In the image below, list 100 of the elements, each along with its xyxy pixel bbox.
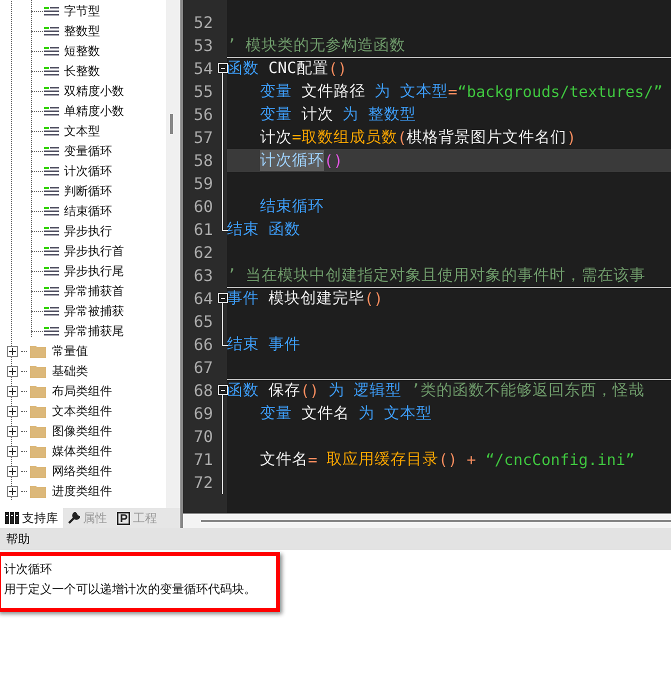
help-topic: 计次循环 xyxy=(4,561,53,578)
tree-item[interactable]: 长整数 xyxy=(0,61,166,81)
tree-item[interactable]: 异常被捕获 xyxy=(0,301,166,321)
tree-folder[interactable]: 媒体类组件 xyxy=(0,441,166,461)
code-token: CNC配置 xyxy=(267,58,328,79)
list-icon xyxy=(44,26,59,36)
folder-icon xyxy=(30,364,46,378)
line-number: 60 xyxy=(192,196,214,218)
tree-item[interactable]: 判断循环 xyxy=(0,181,166,201)
code-token: () xyxy=(328,60,347,78)
code-token: () xyxy=(300,382,320,400)
line-number: 54 xyxy=(192,58,214,80)
code-token: 为 文本型 xyxy=(358,403,432,424)
tree-item[interactable]: 异常捕获首 xyxy=(0,281,166,301)
code-editor[interactable] xyxy=(181,0,671,528)
line-number: 65 xyxy=(192,311,214,333)
tree-folder[interactable]: 基础类 xyxy=(0,361,166,381)
wrench-icon xyxy=(68,512,80,524)
tree-item[interactable]: 文本型 xyxy=(0,121,166,141)
code-token: 函数 xyxy=(227,380,259,401)
folder-icon xyxy=(30,424,46,438)
code-token: 取应用缓存目录 xyxy=(326,449,439,470)
code-token: 文件名 xyxy=(300,403,350,424)
list-icon xyxy=(44,306,59,316)
code-token: = xyxy=(308,450,318,468)
code-token: =取数组成员数 xyxy=(292,127,398,148)
code-token: 结束循环 xyxy=(260,196,324,217)
code-token: 为 文本型 xyxy=(374,81,448,102)
tree-item[interactable]: 异步执行首 xyxy=(0,241,166,261)
code-token: 模块创建完毕 xyxy=(267,288,364,309)
expand-icon[interactable] xyxy=(7,346,18,356)
tree-item[interactable]: 短整数 xyxy=(0,41,166,61)
list-icon xyxy=(44,266,59,276)
list-icon xyxy=(44,286,59,296)
line-number: 61 xyxy=(192,219,214,241)
line-number: 70 xyxy=(192,426,214,448)
code-token: 函数 xyxy=(227,58,259,79)
tree-folder[interactable]: 网络类组件 xyxy=(0,461,166,481)
line-number: 58 xyxy=(192,150,214,172)
collapse-icon[interactable] xyxy=(218,385,228,395)
tree-item[interactable]: 字节型 xyxy=(0,1,166,21)
code-token: 计次 xyxy=(260,127,292,148)
list-icon xyxy=(44,106,59,116)
tree-folder[interactable]: 布局类组件 xyxy=(0,381,166,401)
line-number: 56 xyxy=(192,104,214,126)
tree-item[interactable]: 双精度小数 xyxy=(0,81,166,101)
code-token: 变量 xyxy=(260,104,292,125)
panel-tab[interactable]: 支持库 xyxy=(0,508,63,528)
folder-icon xyxy=(30,344,46,358)
code-comment: ’ 模块类的无参构造函数 xyxy=(227,35,406,56)
tree-folder[interactable]: 进度类组件 xyxy=(0,481,166,501)
code-comment: ’ 当在模块中创建指定对象且使用对象的事件时，需在该事 xyxy=(227,265,646,286)
tree-item[interactable]: 异步执行尾 xyxy=(0,261,166,281)
code-token: 变量 xyxy=(260,81,292,102)
code-comment: ’类的函数不能够返回东西，怪哉 xyxy=(410,380,644,401)
list-icon xyxy=(44,326,59,336)
code-token: “backgrouds/textures/” xyxy=(457,82,663,100)
expand-icon[interactable] xyxy=(7,466,18,476)
help-title: 帮助 xyxy=(6,530,30,548)
scrollbar[interactable] xyxy=(183,513,671,528)
tree-item[interactable]: 单精度小数 xyxy=(0,101,166,121)
scrollbar[interactable] xyxy=(166,0,180,508)
line-number: 63 xyxy=(192,265,214,287)
line-number: 52 xyxy=(192,12,214,34)
tree-folder[interactable]: 常量值 xyxy=(0,341,166,361)
expand-icon[interactable] xyxy=(7,386,18,396)
expand-icon[interactable] xyxy=(7,486,18,496)
expand-icon[interactable] xyxy=(7,366,18,376)
line-number: 64 xyxy=(192,288,214,310)
list-icon xyxy=(44,166,59,176)
code-token: 计次 xyxy=(300,104,334,125)
line-number: 55 xyxy=(192,81,214,103)
folder-icon xyxy=(30,404,46,418)
expand-icon[interactable] xyxy=(7,446,18,456)
tree-item[interactable]: 计次循环 xyxy=(0,161,166,181)
tree-item[interactable]: 整数型 xyxy=(0,21,166,41)
tree-item[interactable]: 异步执行 xyxy=(0,221,166,241)
folder-icon xyxy=(30,484,46,498)
list-icon xyxy=(44,66,59,76)
code-token: () xyxy=(324,152,343,170)
tree-folder[interactable]: 文本类组件 xyxy=(0,401,166,421)
books-icon xyxy=(5,512,19,524)
collapse-icon[interactable] xyxy=(218,63,228,73)
expand-icon[interactable] xyxy=(7,406,18,416)
tree-item[interactable]: 结束循环 xyxy=(0,201,166,221)
folder-icon xyxy=(30,444,46,458)
collapse-icon[interactable] xyxy=(218,293,228,303)
folder-icon xyxy=(30,464,46,478)
p-square-icon xyxy=(117,512,130,524)
tree-folder[interactable]: 图像类组件 xyxy=(0,421,166,441)
line-number: 59 xyxy=(192,173,214,195)
tree-item[interactable]: 异常捕获尾 xyxy=(0,321,166,341)
line-number: 57 xyxy=(192,127,214,149)
code-token: 文件路径 xyxy=(300,81,366,102)
code-token: 为 整数型 xyxy=(342,104,416,125)
tree-item[interactable]: 变量循环 xyxy=(0,141,166,161)
code-token: 保存 xyxy=(267,380,300,401)
code-token: 结束 事件 xyxy=(227,334,300,355)
expand-icon[interactable] xyxy=(7,426,18,436)
list-icon xyxy=(44,206,59,216)
